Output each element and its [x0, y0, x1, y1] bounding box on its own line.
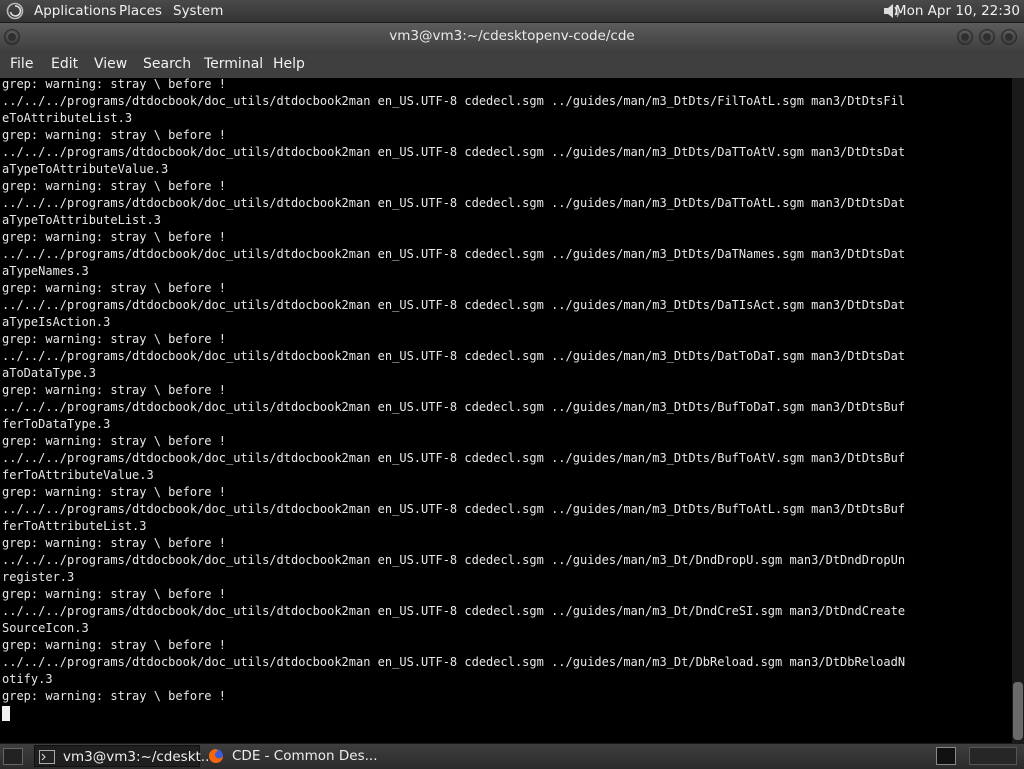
clock[interactable]: Mon Apr 10, 22:30	[895, 0, 1020, 22]
menu-help[interactable]: Help	[273, 51, 305, 77]
tray-terminal-icon[interactable]	[936, 747, 956, 765]
menu-view[interactable]: View	[94, 51, 127, 77]
window-menu-button[interactable]	[4, 29, 20, 45]
terminal-line: ../../../programs/dtdocbook/doc_utils/dt…	[2, 655, 906, 669]
scrollbar-thumb[interactable]	[1013, 682, 1023, 740]
applications-menu[interactable]: Applications	[34, 0, 116, 22]
taskbar-item-label: vm3@vm3:~/cdeskt...	[63, 749, 214, 765]
terminal-line: grep: warning: stray \ before !	[2, 536, 226, 550]
terminal-line: aTypeToAttributeValue.3	[2, 162, 169, 176]
terminal-line: ../../../programs/dtdocbook/doc_utils/dt…	[2, 502, 906, 516]
debian-swirl-icon[interactable]	[6, 2, 24, 20]
terminal-line: grep: warning: stray \ before !	[2, 485, 226, 499]
terminal-line: aTypeToAttributeList.3	[2, 213, 161, 227]
terminal-cursor	[2, 706, 10, 721]
workspace-switcher[interactable]	[969, 747, 1017, 765]
terminal-line: eToAttributeList.3	[2, 111, 133, 125]
terminal-line: ../../../programs/dtdocbook/doc_utils/dt…	[2, 145, 906, 159]
taskbar-item-terminal[interactable]: vm3@vm3:~/cdeskt...	[34, 745, 214, 767]
terminal-line: grep: warning: stray \ before !	[2, 230, 226, 244]
terminal-line: grep: warning: stray \ before !	[2, 638, 226, 652]
menu-edit[interactable]: Edit	[51, 51, 78, 77]
menu-search[interactable]: Search	[143, 51, 191, 77]
terminal-output[interactable]: grep: warning: stray \ before ! ../../../…	[0, 78, 1012, 743]
terminal-line: ../../../programs/dtdocbook/doc_utils/dt…	[2, 94, 906, 108]
terminal-line: ../../../programs/dtdocbook/doc_utils/dt…	[2, 349, 906, 363]
firefox-icon	[209, 749, 223, 763]
terminal-line: grep: warning: stray \ before !	[2, 179, 226, 193]
show-desktop-button[interactable]	[3, 748, 23, 765]
terminal-line: otify.3	[2, 672, 53, 686]
terminal-line: ../../../programs/dtdocbook/doc_utils/dt…	[2, 298, 906, 312]
terminal-line: aTypeIsAction.3	[2, 315, 111, 329]
terminal-line: ../../../programs/dtdocbook/doc_utils/dt…	[2, 196, 906, 210]
window-title: vm3@vm3:~/cdesktopenv-code/cde	[389, 28, 635, 44]
terminal-line: ../../../programs/dtdocbook/doc_utils/dt…	[2, 400, 906, 414]
terminal-line: ../../../programs/dtdocbook/doc_utils/dt…	[2, 451, 906, 465]
terminal-prompt-line[interactable]	[2, 705, 905, 722]
places-menu[interactable]: Places	[119, 0, 162, 22]
terminal-line: grep: warning: stray \ before !	[2, 587, 226, 601]
terminal-line: ../../../programs/dtdocbook/doc_utils/dt…	[2, 247, 906, 261]
terminal-line: grep: warning: stray \ before !	[2, 383, 226, 397]
menu-file[interactable]: File	[10, 51, 33, 77]
terminal-line: grep: warning: stray \ before !	[2, 78, 226, 91]
terminal-line: ../../../programs/dtdocbook/doc_utils/dt…	[2, 553, 906, 567]
terminal-line: grep: warning: stray \ before !	[2, 434, 226, 448]
terminal-icon	[39, 750, 55, 764]
terminal-line: grep: warning: stray \ before !	[2, 689, 226, 703]
terminal-line: ferToDataType.3	[2, 417, 111, 431]
terminal-line: ../../../programs/dtdocbook/doc_utils/dt…	[2, 604, 906, 618]
terminal-line: register.3	[2, 570, 75, 584]
scrollbar[interactable]	[1012, 78, 1024, 743]
maximize-button[interactable]	[979, 29, 995, 45]
terminal-line: aToDataType.3	[2, 366, 96, 380]
terminal-line: grep: warning: stray \ before !	[2, 281, 226, 295]
bottom-panel: vm3@vm3:~/cdeskt... CDE - Common Des...	[0, 743, 1024, 769]
terminal-line: SourceIcon.3	[2, 621, 89, 635]
terminal-line: ferToAttributeValue.3	[2, 468, 154, 482]
terminal-line: grep: warning: stray \ before !	[2, 128, 226, 142]
top-panel: Applications Places System Mon Apr 10, 2…	[0, 0, 1024, 23]
menu-terminal[interactable]: Terminal	[204, 51, 263, 77]
terminal-line: ferToAttributeList.3	[2, 519, 147, 533]
minimize-button[interactable]	[957, 29, 973, 45]
terminal-line: aTypeNames.3	[2, 264, 89, 278]
taskbar-item-label: CDE - Common Des...	[232, 748, 378, 764]
system-menu[interactable]: System	[173, 0, 223, 22]
taskbar-item-browser[interactable]: CDE - Common Des...	[204, 745, 394, 767]
terminal-menubar: File Edit View Search Terminal Help	[0, 50, 1024, 78]
close-button[interactable]	[1001, 29, 1017, 45]
terminal-lines: grep: warning: stray \ before ! ../../../…	[2, 78, 905, 722]
terminal-line: grep: warning: stray \ before !	[2, 332, 226, 346]
window-titlebar[interactable]: vm3@vm3:~/cdesktopenv-code/cde	[0, 23, 1024, 50]
